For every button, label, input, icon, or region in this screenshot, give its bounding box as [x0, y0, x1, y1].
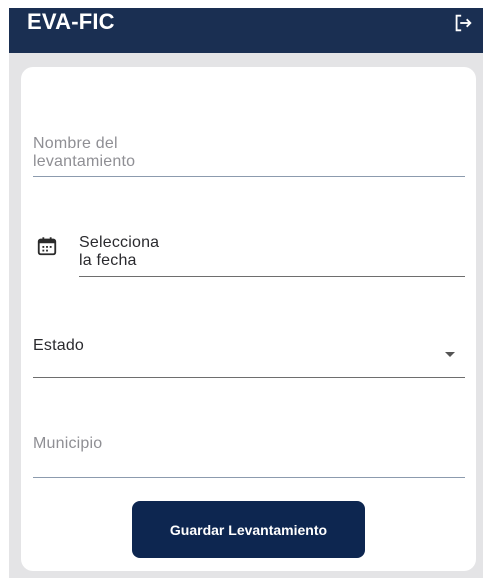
- nombre-placeholder: Nombre del levantamiento: [33, 135, 136, 170]
- estado-label: Estado: [33, 337, 85, 354]
- estado-underline: [33, 377, 465, 378]
- municipio-underline: [33, 477, 465, 478]
- app-bar: EVA-FIC: [9, 8, 483, 53]
- municipio-placeholder: Municipio: [33, 435, 103, 452]
- app-title: EVA-FIC: [27, 9, 115, 34]
- save-button[interactable]: Guardar Levantamiento: [132, 501, 365, 558]
- fecha-underline: [79, 276, 465, 277]
- nombre-underline: [33, 176, 465, 177]
- fecha-placeholder: Selecciona la fecha: [79, 234, 160, 269]
- logout-icon[interactable]: [452, 12, 474, 34]
- dropdown-arrow-icon[interactable]: [444, 351, 456, 359]
- calendar-icon[interactable]: [36, 235, 58, 257]
